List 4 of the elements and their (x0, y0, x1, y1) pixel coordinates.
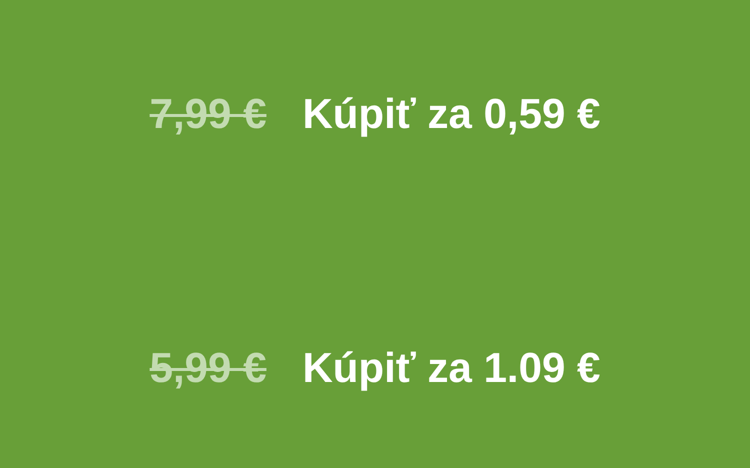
buy-button[interactable]: Kúpiť za 1.09 € (302, 344, 600, 392)
old-price: 5,99 € (150, 344, 266, 392)
buy-button[interactable]: Kúpiť za 0,59 € (302, 90, 600, 138)
old-price: 7,99 € (150, 90, 266, 138)
